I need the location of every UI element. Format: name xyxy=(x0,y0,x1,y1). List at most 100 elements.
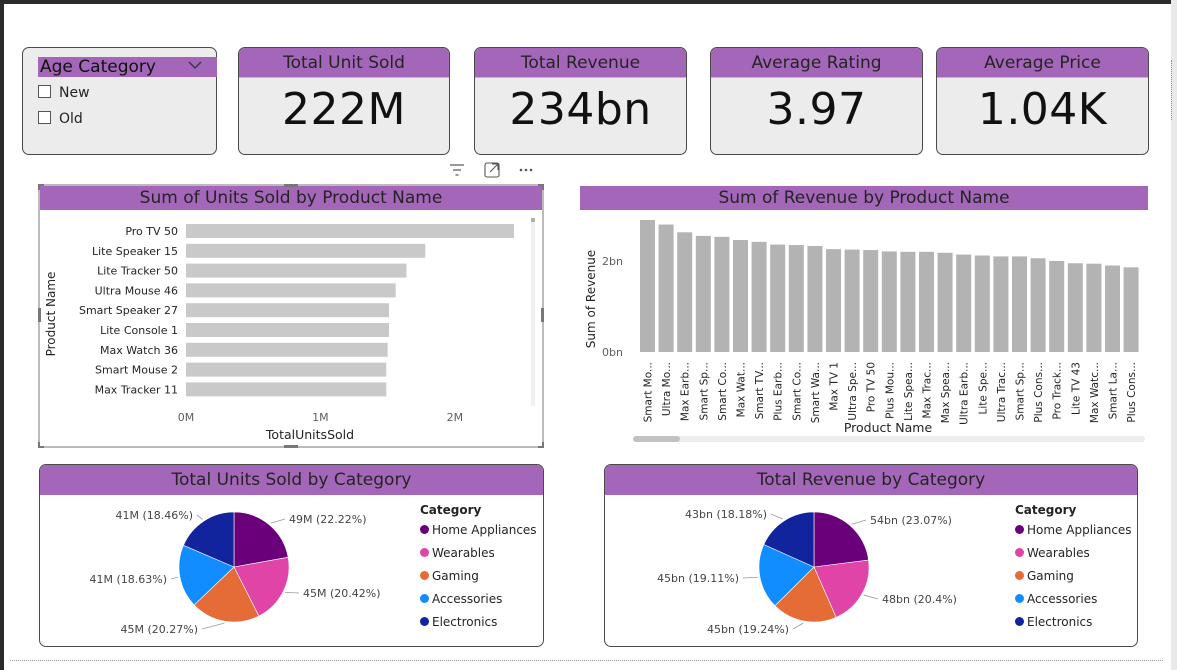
legend-item-accessories[interactable]: Accessories xyxy=(1015,591,1132,614)
x-tick-label: Ultra Trac... xyxy=(996,362,1008,422)
column[interactable] xyxy=(863,250,879,352)
legend-item-gaming[interactable]: Gaming xyxy=(420,568,537,591)
column[interactable] xyxy=(1067,263,1083,352)
x-tick-label: Smart TV... xyxy=(754,362,766,419)
bar[interactable] xyxy=(186,362,387,377)
slicer-option-old[interactable]: Old xyxy=(38,111,83,127)
column[interactable] xyxy=(770,244,786,352)
kpi-card-average-price[interactable]: Average Price 1.04K xyxy=(936,47,1149,155)
checkbox[interactable] xyxy=(38,111,51,124)
legend-dot xyxy=(1015,617,1024,626)
bar[interactable] xyxy=(186,243,426,258)
data-label: 45bn (19.11%) xyxy=(657,572,739,585)
legend-item-home-appliances[interactable]: Home Appliances xyxy=(420,522,537,545)
legend-item-electronics[interactable]: Electronics xyxy=(420,614,537,637)
column[interactable] xyxy=(807,245,823,352)
column[interactable] xyxy=(733,240,748,352)
leader-line xyxy=(201,622,225,630)
kpi-card-total-revenue[interactable]: Total Revenue 234bn xyxy=(474,47,687,155)
x-tick-label: Plus Cons... xyxy=(1033,362,1045,423)
column[interactable] xyxy=(826,249,841,352)
data-label: 54bn (23.07%) xyxy=(870,514,952,527)
y-tick-label: 0bn xyxy=(602,346,623,359)
column[interactable] xyxy=(1123,267,1139,352)
units-by-category-visual[interactable]: Total Units Sold by Category 49M (22.22%… xyxy=(39,464,544,647)
bar[interactable] xyxy=(186,342,388,357)
focus-mode-icon[interactable] xyxy=(484,162,500,178)
y-tick-label: Ultra Mouse 46 xyxy=(95,284,178,297)
bar[interactable] xyxy=(186,224,514,238)
legend-item-accessories[interactable]: Accessories xyxy=(420,591,537,614)
page-bottom-boundary xyxy=(10,660,1163,661)
y-axis-title: Product Name xyxy=(44,272,58,357)
bar[interactable] xyxy=(186,303,389,318)
column[interactable] xyxy=(1086,263,1102,352)
bar[interactable] xyxy=(186,263,407,278)
horizontal-scrollbar-track[interactable] xyxy=(633,436,1145,442)
column[interactable] xyxy=(881,251,897,352)
legend-item-wearables[interactable]: Wearables xyxy=(1015,545,1132,568)
units-by-product-visual[interactable]: Sum of Units Sold by Product Name 0M 1M 2M… xyxy=(38,184,544,448)
revenue-by-product-visual[interactable]: Sum of Revenue by Product Name 0bn 2bn Sma… xyxy=(578,184,1150,446)
checkbox[interactable] xyxy=(38,85,51,98)
column[interactable] xyxy=(695,235,711,352)
kpi-card-total-unit-sold[interactable]: Total Unit Sold 222M xyxy=(238,47,450,155)
column[interactable] xyxy=(974,255,990,352)
x-tick-label: Max Watc... xyxy=(1089,362,1101,423)
bar[interactable] xyxy=(186,323,389,337)
pie-slice[interactable] xyxy=(813,511,869,568)
data-label: 43bn (18.18%) xyxy=(685,508,767,521)
column[interactable] xyxy=(993,256,1009,352)
x-tick-label: 2M xyxy=(447,411,464,424)
leader-line xyxy=(770,513,784,520)
bar[interactable] xyxy=(186,382,387,397)
legend-item-gaming[interactable]: Gaming xyxy=(1015,568,1132,591)
slicer-option-new[interactable]: New xyxy=(38,85,90,101)
y-tick-label: Max Tracker 11 xyxy=(95,383,178,396)
pie-legend: Category Home Appliances Wearables Gamin… xyxy=(1015,503,1132,637)
column[interactable] xyxy=(956,254,972,352)
legend-dot xyxy=(1015,525,1024,534)
column[interactable] xyxy=(1049,260,1065,352)
column[interactable] xyxy=(1012,256,1027,352)
kpi-card-average-rating[interactable]: Average Rating 3.97 xyxy=(710,47,923,155)
vertical-scrollbar-track[interactable] xyxy=(531,220,535,406)
legend-item-label: Accessories xyxy=(432,592,503,606)
legend-item-label: Home Appliances xyxy=(1027,523,1132,537)
horizontal-scrollbar-thumb[interactable] xyxy=(633,436,680,442)
chart-title: Sum of Revenue by Product Name xyxy=(718,188,1009,208)
x-axis-title: TotalUnitsSold xyxy=(265,427,354,442)
bar[interactable] xyxy=(186,283,396,298)
column[interactable] xyxy=(677,232,693,352)
vertical-scrollbar-thumb[interactable] xyxy=(531,218,535,222)
legend-item-home-appliances[interactable]: Home Appliances xyxy=(1015,522,1132,545)
revenue-by-category-pie: 54bn (23.07%) 48bn (20.4%) 45bn (19.24%) 45… xyxy=(657,508,957,636)
column[interactable] xyxy=(900,251,916,352)
column[interactable] xyxy=(1105,265,1120,352)
pie-legend: Category Home Appliances Wearables Gamin… xyxy=(420,503,537,637)
chevron-down-icon[interactable] xyxy=(187,59,203,71)
revenue-by-category-visual[interactable]: Total Revenue by Category 54bn (23.07%) 4… xyxy=(604,464,1138,647)
legend-item-wearables[interactable]: Wearables xyxy=(420,545,537,568)
column[interactable] xyxy=(714,236,730,352)
column[interactable] xyxy=(788,245,804,352)
age-category-slicer[interactable]: Age Category New Old xyxy=(22,47,217,155)
x-tick-label: Plus Earb... xyxy=(773,362,785,421)
legend-title: Category xyxy=(1015,503,1077,517)
column[interactable] xyxy=(919,251,934,352)
filter-icon[interactable] xyxy=(450,164,464,176)
x-tick-label: Max Trac... xyxy=(922,362,934,418)
data-label: 49M (22.22%) xyxy=(289,513,367,526)
legend-dot xyxy=(1015,594,1024,603)
column[interactable] xyxy=(1030,258,1046,352)
y-tick-label: Lite Speaker 15 xyxy=(92,245,178,258)
more-options-icon[interactable] xyxy=(519,168,533,172)
x-tick-label: Smart Mo... xyxy=(643,362,655,422)
column[interactable] xyxy=(751,241,767,352)
x-tick-label: Max Wat... xyxy=(736,362,748,417)
column[interactable] xyxy=(844,249,860,352)
legend-item-electronics[interactable]: Electronics xyxy=(1015,614,1132,637)
column[interactable] xyxy=(658,224,674,352)
column[interactable] xyxy=(640,220,655,352)
column[interactable] xyxy=(937,252,953,352)
